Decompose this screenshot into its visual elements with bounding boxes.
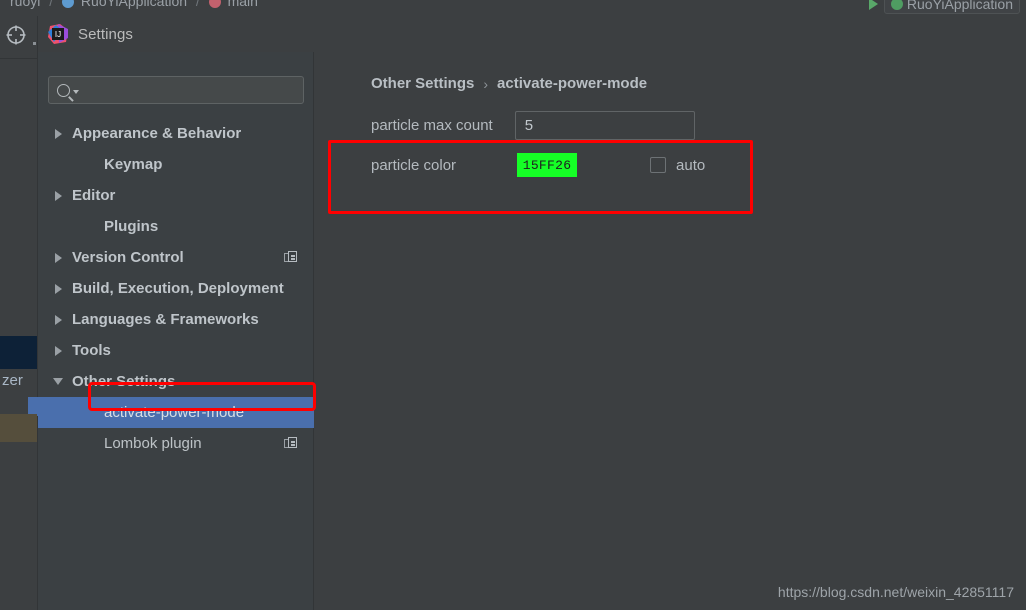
- chevron-right-icon[interactable]: [50, 190, 66, 201]
- tree-item-version-control[interactable]: Version Control: [38, 242, 314, 273]
- tree-item-label: Tools: [72, 342, 111, 359]
- method-icon: [208, 0, 221, 8]
- chevron-right-glyph: [54, 314, 62, 325]
- plugin-copy-icon: [284, 251, 298, 264]
- tree-item-keymap[interactable]: Keymap: [38, 149, 314, 180]
- particle-max-count-label: particle max count: [371, 117, 493, 134]
- chevron-right-icon[interactable]: [50, 314, 66, 325]
- chevron-right-icon[interactable]: [50, 128, 66, 139]
- chevron-down-glyph: [53, 378, 63, 385]
- tree-item-label: Appearance & Behavior: [72, 125, 242, 142]
- breadcrumb-chevron-icon: ›: [483, 75, 489, 92]
- clipped-editor-text: zer: [2, 372, 23, 389]
- particle-color-label: particle color: [371, 156, 457, 174]
- chevron-right-icon[interactable]: [50, 345, 66, 356]
- tree-item-tools[interactable]: Tools: [38, 335, 314, 366]
- chevron-right-glyph: [54, 252, 62, 263]
- chevron-right-glyph: [54, 128, 62, 139]
- settings-tree[interactable]: Appearance & Behavior Keymap Editor Plugins…: [38, 118, 314, 459]
- ide-left-toolbar: zer: [0, 16, 38, 610]
- toolbar-divider: [0, 58, 38, 59]
- dialog-title: Settings: [78, 25, 133, 43]
- run-configuration-area[interactable]: RuoYiApplication: [868, 0, 1020, 15]
- tree-item-label: Other Settings: [72, 373, 176, 390]
- tree-item-appearance-behavior[interactable]: Appearance & Behavior: [38, 118, 314, 149]
- auto-checkbox-label: auto: [676, 156, 706, 174]
- tree-item-label: Plugins: [104, 218, 159, 235]
- tree-item-lombok-plugin[interactable]: Lombok plugin: [38, 428, 314, 459]
- auto-checkbox[interactable]: [650, 157, 667, 173]
- dialog-body: Appearance & Behavior Keymap Editor Plugins…: [38, 52, 1026, 610]
- tree-item-other-settings[interactable]: Other Settings: [38, 366, 314, 397]
- ide-navigation-bar: ruoyi / RuoYiApplication / main RuoYiApp…: [0, 0, 1026, 16]
- settings-tree-pane: Appearance & Behavior Keymap Editor Plugins…: [38, 52, 314, 610]
- play-triangle-icon[interactable]: [868, 0, 878, 10]
- tree-item-editor[interactable]: Editor: [38, 180, 314, 211]
- breadcrumb-project[interactable]: ruoyi: [10, 0, 40, 9]
- dropdown-caret-icon[interactable]: [73, 90, 79, 94]
- tree-item-label: Keymap: [104, 156, 163, 173]
- settings-search-box[interactable]: [48, 76, 304, 104]
- plugin-copy-icon: [284, 437, 298, 450]
- dialog-title-bar: IJ Settings: [38, 16, 1026, 52]
- particle-max-count-input[interactable]: [514, 111, 695, 140]
- auto-checkbox-wrapper[interactable]: auto: [650, 157, 705, 174]
- editor-olive-block: [0, 414, 37, 442]
- settings-content-pane: Other Settings › activate-power-mode par…: [315, 52, 1026, 610]
- chevron-right-icon[interactable]: [50, 252, 66, 263]
- search-magnifier-icon: [57, 83, 70, 97]
- toolbar-dot: [33, 42, 36, 45]
- screenshot-root: ruoyi / RuoYiApplication / main RuoYiApp…: [0, 0, 1026, 610]
- breadcrumb-current: activate-power-mode: [497, 75, 648, 92]
- ide-breadcrumb[interactable]: ruoyi / RuoYiApplication / main: [10, 0, 258, 9]
- chevron-down-icon[interactable]: [50, 378, 66, 385]
- breadcrumb-method[interactable]: main: [228, 0, 258, 9]
- tree-item-label: activate-power-mode: [104, 404, 245, 421]
- editor-navy-block: [0, 336, 37, 369]
- intellij-idea-logo-icon: IJ: [48, 24, 68, 44]
- particle-color-swatch[interactable]: 15FF26: [517, 153, 578, 177]
- tree-item-languages-frameworks[interactable]: Languages & Frameworks: [38, 304, 314, 335]
- spring-boot-icon: [890, 0, 903, 10]
- search-field-wrapper: [48, 76, 304, 104]
- breadcrumb-class[interactable]: RuoYiApplication: [81, 0, 187, 9]
- tree-item-label: Build, Execution, Deployment: [72, 280, 284, 297]
- run-configuration-selector[interactable]: RuoYiApplication: [883, 0, 1020, 14]
- chevron-right-glyph: [54, 283, 62, 294]
- run-configuration-name: RuoYiApplication: [906, 0, 1013, 12]
- tree-item-label: Version Control: [72, 249, 184, 266]
- tree-item-build-execution-deployment[interactable]: Build, Execution, Deployment: [38, 273, 314, 304]
- content-breadcrumb: Other Settings › activate-power-mode: [371, 75, 647, 92]
- tree-item-label: Lombok plugin: [104, 435, 202, 452]
- breadcrumb-parent[interactable]: Other Settings: [371, 75, 474, 92]
- breadcrumb-separator-2: /: [195, 0, 200, 9]
- particle-max-count-row: particle max count: [371, 111, 695, 140]
- watermark-url: https://blog.csdn.net/weixin_42851117: [777, 584, 1014, 600]
- chevron-right-icon[interactable]: [50, 283, 66, 294]
- svg-text:IJ: IJ: [55, 30, 61, 39]
- particle-color-row: particle color 15FF26 auto: [371, 153, 705, 177]
- breadcrumb-separator-1: /: [49, 0, 54, 9]
- settings-dialog: IJ Settings Appearance & Behavior Keymap E…: [38, 16, 1026, 610]
- crosshair-target-icon[interactable]: [5, 24, 27, 46]
- chevron-right-glyph: [54, 190, 62, 201]
- tree-item-label: Editor: [72, 187, 116, 204]
- tree-item-plugins[interactable]: Plugins: [38, 211, 314, 242]
- tree-item-activate-power-mode[interactable]: activate-power-mode: [38, 397, 314, 428]
- chevron-right-glyph: [54, 345, 62, 356]
- class-icon: [62, 0, 75, 8]
- tree-item-label: Languages & Frameworks: [72, 311, 259, 328]
